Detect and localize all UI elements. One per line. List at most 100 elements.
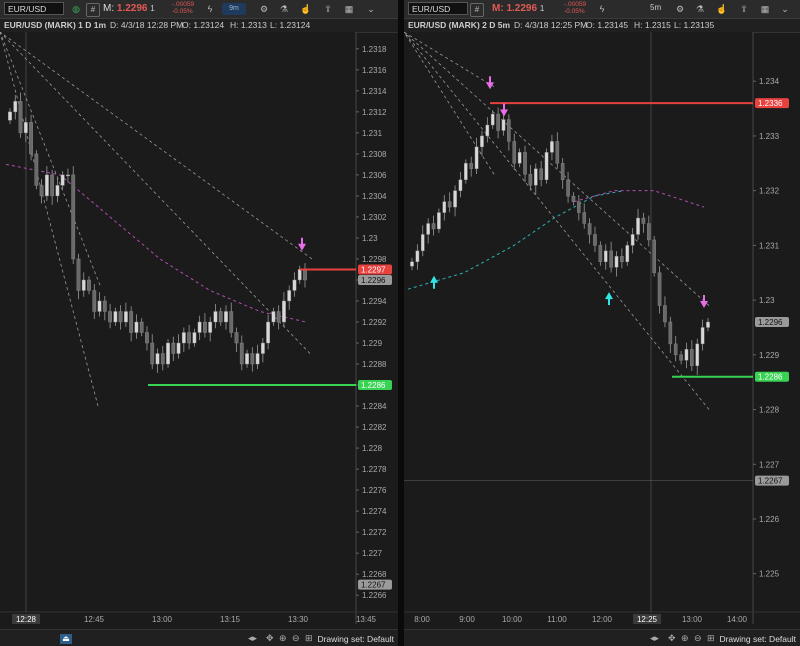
- lightning-icon[interactable]: ϟ: [204, 3, 216, 15]
- candle-body: [50, 174, 55, 197]
- price-tag-label: 1.2296: [361, 276, 386, 285]
- candle-body: [303, 269, 307, 281]
- grid-icon[interactable]: ▦: [343, 3, 355, 15]
- candle-body: [224, 311, 228, 323]
- plot-area: [0, 32, 356, 612]
- price-tag-label: 1.2267: [758, 477, 783, 486]
- expand-icon[interactable]: ⏏: [60, 634, 72, 644]
- grid-icon[interactable]: ▦: [759, 3, 771, 15]
- candle-body: [282, 300, 286, 323]
- price-tag-label: 1.2296: [758, 318, 783, 327]
- pan-icon[interactable]: ◂▸: [650, 633, 659, 644]
- candle-body: [609, 250, 613, 268]
- candle-body: [160, 353, 165, 365]
- y-tick-label: 1.2306: [362, 171, 387, 180]
- candle-body: [66, 174, 70, 177]
- link-icon[interactable]: ◍: [70, 3, 82, 15]
- symbol-selector[interactable]: EUR/USD: [4, 2, 64, 15]
- candle-body: [453, 190, 457, 208]
- zoom-box-icon[interactable]: ⊞: [707, 633, 715, 644]
- share-icon[interactable]: ⇪: [322, 3, 334, 15]
- y-tick-label: 1.2288: [362, 360, 387, 369]
- y-tick-label: 1.2272: [362, 528, 387, 537]
- candle-body: [97, 300, 102, 312]
- timeframe-button[interactable]: 5m: [650, 3, 661, 12]
- pan-icon[interactable]: ◂▸: [248, 633, 257, 644]
- flask-icon[interactable]: ⚗: [278, 3, 290, 15]
- y-tick-label: 1.2268: [362, 570, 387, 579]
- candle-body: [560, 163, 565, 180]
- chevron-down-icon[interactable]: ⌄: [365, 3, 377, 15]
- status-bar: ◂▸ ✥ ⊕ ⊖ ⊞ Drawing set: Default: [404, 629, 800, 646]
- chart-low: L: 1.23135: [674, 20, 715, 30]
- candle-body: [684, 349, 689, 361]
- candle-body: [544, 152, 549, 180]
- zoom-out-icon[interactable]: ⊖: [694, 633, 702, 644]
- y-tick-label: 1.2274: [362, 507, 387, 516]
- candle-body: [29, 122, 33, 155]
- candle-body: [485, 124, 490, 137]
- candle-body: [255, 353, 260, 365]
- candle-body: [139, 321, 144, 333]
- share-icon[interactable]: ⇪: [738, 3, 750, 15]
- move-icon[interactable]: ✥: [668, 633, 676, 644]
- zoom-out-icon[interactable]: ⊖: [292, 633, 300, 644]
- chevron-down-icon[interactable]: ⌄: [779, 3, 791, 15]
- y-tick-label: 1.2298: [362, 255, 387, 264]
- settings-icon[interactable]: ⚙: [674, 3, 686, 15]
- zoom-in-icon[interactable]: ⊕: [279, 633, 287, 644]
- y-tick-label: 1.229: [759, 351, 780, 360]
- zoom-in-icon[interactable]: ⊕: [681, 633, 689, 644]
- chart-title: EUR/USD (MARK) 2 D 5m: [408, 20, 511, 30]
- mark-price: M: 1.2296 1: [492, 3, 545, 14]
- hash-icon[interactable]: #: [470, 3, 484, 17]
- candle-body: [458, 179, 463, 191]
- candle-body: [245, 353, 249, 365]
- candle-body: [145, 332, 149, 344]
- timeframe-button[interactable]: 9m: [222, 3, 246, 15]
- candle-body: [523, 152, 527, 175]
- drawing-set-label[interactable]: Drawing set: Default: [719, 634, 796, 644]
- candle-body: [571, 195, 576, 202]
- candle-body: [555, 141, 560, 164]
- price-tag-label: 1.2297: [361, 265, 386, 274]
- candle-body: [496, 113, 500, 131]
- y-tick-label: 1.2314: [362, 87, 387, 96]
- chart-title: EUR/USD (MARK) 1 D 1m: [4, 20, 107, 30]
- right-chart-pane: EUR/USD # M: 1.2296 1 -.00059 -0.05% ϟ 5m…: [404, 0, 800, 646]
- x-tick-label: 13:15: [220, 615, 241, 624]
- lightning-icon[interactable]: ϟ: [596, 3, 608, 15]
- candle-body: [695, 343, 700, 366]
- x-tick-label: 11:00: [547, 615, 567, 624]
- y-tick-label: 1.2292: [362, 318, 387, 327]
- y-tick-label: 1.2294: [362, 297, 387, 306]
- zoom-box-icon[interactable]: ⊞: [305, 633, 313, 644]
- candle-body: [150, 342, 155, 365]
- candle-body: [187, 332, 192, 344]
- pointer-icon[interactable]: ☝: [716, 3, 728, 15]
- candle-body: [81, 279, 86, 291]
- candle-body: [108, 311, 112, 323]
- x-tick-label: 13:45: [356, 615, 377, 624]
- symbol-selector[interactable]: EUR/USD: [408, 2, 468, 15]
- change-value: -.00059 -0.05%: [172, 1, 195, 15]
- move-icon[interactable]: ✥: [266, 633, 274, 644]
- candle-body: [620, 256, 624, 263]
- candle-body: [39, 185, 44, 197]
- candle-body: [213, 311, 218, 323]
- pointer-icon[interactable]: ☝: [300, 3, 312, 15]
- y-tick-label: 1.2278: [362, 465, 387, 474]
- hash-icon[interactable]: #: [86, 3, 100, 17]
- price-chart[interactable]: 1.2318 1.2316 1.2314 1.2312 1.231 1.2308 1.230…: [0, 32, 398, 630]
- flask-icon[interactable]: ⚗: [694, 3, 706, 15]
- candle-body: [507, 119, 511, 142]
- candle-body: [490, 113, 495, 126]
- price-chart[interactable]: 1.234 1.233 1.232 1.231 1.23 1.229 1.228 1.227 1…: [404, 32, 800, 630]
- drawing-set-label[interactable]: Drawing set: Default: [317, 634, 394, 644]
- candle-body: [123, 311, 128, 323]
- candle-body: [501, 119, 506, 131]
- y-tick-label: 1.231: [759, 241, 780, 250]
- settings-icon[interactable]: ⚙: [258, 3, 270, 15]
- y-tick-label: 1.227: [759, 460, 780, 469]
- candle-body: [437, 212, 441, 230]
